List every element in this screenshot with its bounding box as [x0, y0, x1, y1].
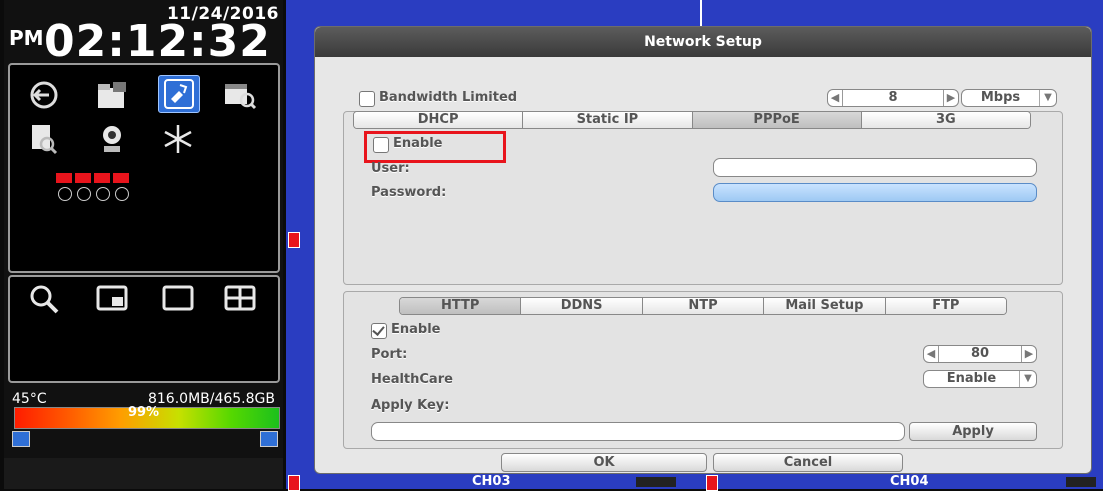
clock-area: 11/24/2016 PM 02:12:32: [4, 0, 283, 67]
bandwidth-unit-value: Mbps: [980, 90, 1021, 105]
chevron-down-icon: ▼: [1019, 371, 1036, 387]
port-value: 80: [970, 346, 990, 361]
tab-static-ip[interactable]: Static IP: [523, 112, 693, 128]
chevron-down-icon: ▼: [1039, 90, 1056, 106]
calendar-search-icon[interactable]: [220, 77, 260, 113]
view-icon-panel: [8, 275, 280, 383]
port-spinner[interactable]: ◀ 80 ▶: [923, 345, 1037, 363]
bandwidth-unit-select[interactable]: Mbps ▼: [961, 89, 1057, 107]
left-footer: [4, 458, 283, 489]
left-status-panel: 11/24/2016 PM 02:12:32 45°C 816.0MB/465.…: [4, 0, 283, 489]
channel-status-icon: [1066, 477, 1096, 487]
healthcare-select[interactable]: Enable ▼: [923, 370, 1037, 388]
network-status-icon[interactable]: [12, 431, 30, 447]
tab-ntp[interactable]: NTP: [642, 298, 765, 314]
increment-arrow-icon[interactable]: ▶: [1021, 346, 1036, 362]
tab-dhcp[interactable]: DHCP: [354, 112, 524, 128]
pppoe-enable-checkbox[interactable]: [373, 137, 389, 153]
channel-label-ch04: CH04: [890, 474, 929, 489]
disk-usage-percent: 99%: [127, 405, 160, 420]
single-view-icon[interactable]: [158, 281, 198, 317]
port-label: Port:: [371, 347, 408, 362]
dialog-title: Network Setup: [315, 27, 1091, 57]
tab-http[interactable]: HTTP: [400, 298, 522, 314]
network-setup-dialog: Network Setup Bandwidth Limited ◀ 8 ▶ Mb…: [314, 26, 1092, 474]
record-marker-icon: [288, 232, 300, 248]
user-label: User:: [371, 161, 410, 176]
http-enable-label: Enable: [391, 322, 441, 337]
decrement-arrow-icon[interactable]: ◀: [828, 90, 843, 106]
channel-divider: [700, 0, 702, 26]
user-icon[interactable]: [260, 431, 278, 447]
http-enable-checkbox[interactable]: [371, 323, 387, 339]
channel-label-ch03: CH03: [472, 474, 511, 489]
decrement-arrow-icon[interactable]: ◀: [924, 346, 939, 362]
document-search-icon[interactable]: [24, 121, 64, 157]
healthcare-label: HealthCare: [371, 372, 453, 387]
search-icon[interactable]: [24, 281, 64, 317]
ampm-indicator: PM: [9, 26, 44, 50]
apply-button[interactable]: Apply: [909, 422, 1037, 441]
pppoe-enable-label: Enable: [393, 136, 443, 151]
channel-status-icon: [636, 477, 676, 487]
tab-3g[interactable]: 3G: [861, 112, 1030, 128]
apply-key-label: Apply Key:: [371, 398, 450, 413]
apply-key-input[interactable]: [371, 422, 905, 441]
back-icon[interactable]: [24, 77, 64, 113]
display-setup-icon[interactable]: [158, 75, 200, 113]
bandwidth-value: 8: [888, 90, 898, 105]
main-menu-icon-panel: [8, 63, 280, 273]
service-tabs: HTTP DDNS NTP Mail Setup FTP: [399, 297, 1007, 315]
increment-arrow-icon[interactable]: ▶: [943, 90, 958, 106]
freeze-icon[interactable]: [158, 121, 198, 157]
camera-icon[interactable]: [92, 121, 132, 157]
folder-icon[interactable]: [92, 77, 132, 113]
password-input[interactable]: [713, 183, 1037, 202]
pip-view-icon[interactable]: [92, 281, 132, 317]
tab-ddns[interactable]: DDNS: [521, 298, 643, 314]
tab-mail-setup[interactable]: Mail Setup: [764, 298, 886, 314]
tab-ftp[interactable]: FTP: [885, 298, 1006, 314]
connection-type-tabs: DHCP Static IP PPPoE 3G: [353, 111, 1031, 129]
bandwidth-limited-checkbox[interactable]: [359, 91, 375, 107]
bandwidth-value-spinner[interactable]: ◀ 8 ▶: [827, 89, 959, 107]
healthcare-value: Enable: [946, 371, 997, 386]
cancel-button[interactable]: Cancel: [713, 453, 903, 472]
tab-pppoe[interactable]: PPPoE: [692, 112, 862, 128]
bandwidth-limited-label: Bandwidth Limited: [379, 90, 518, 105]
password-label: Password:: [371, 185, 447, 200]
quad-view-icon[interactable]: [220, 281, 260, 317]
ok-button[interactable]: OK: [501, 453, 707, 472]
time-display: 02:12:32: [44, 16, 271, 67]
channel-record-indicators: [56, 173, 146, 203]
user-input[interactable]: [713, 158, 1037, 177]
